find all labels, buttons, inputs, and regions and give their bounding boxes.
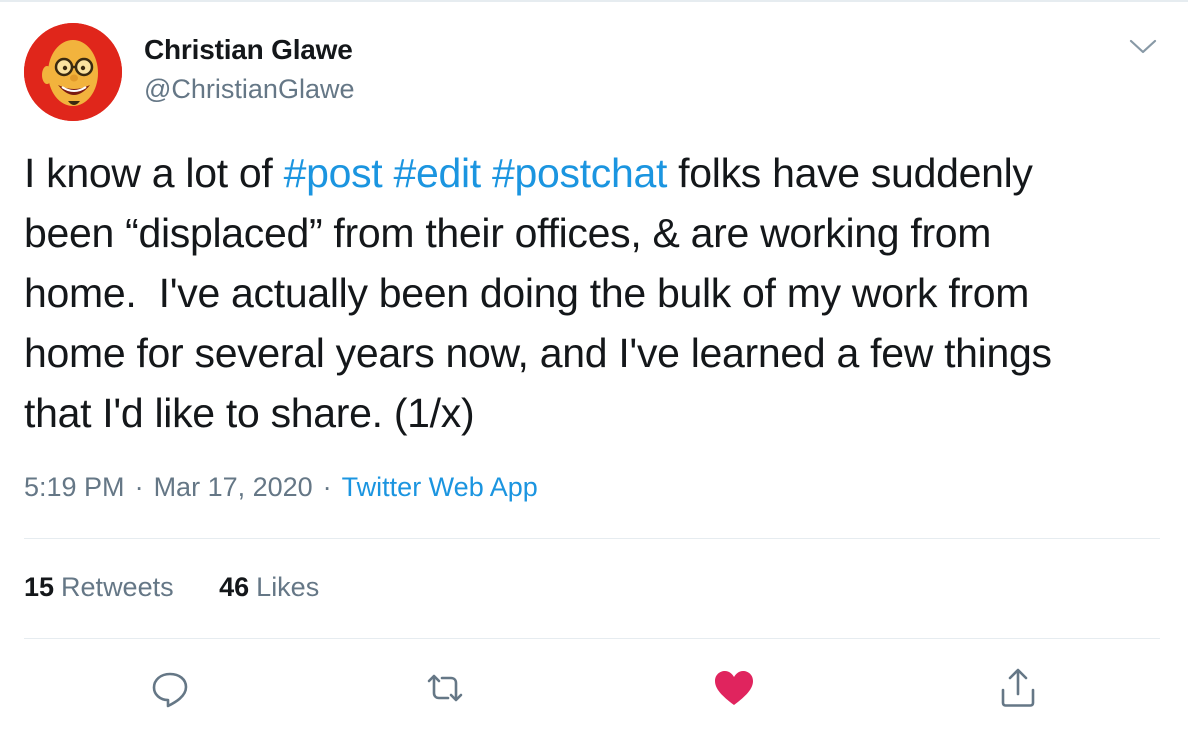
reply-button[interactable] xyxy=(148,666,192,710)
share-icon xyxy=(1001,668,1035,707)
retweets-stat[interactable]: 15 Retweets xyxy=(24,572,174,602)
author-name[interactable]: Christian Glawe xyxy=(144,34,353,66)
tweet-time[interactable]: 5:19 PM xyxy=(24,472,125,502)
likes-stat[interactable]: 46 Likes xyxy=(219,572,319,602)
meta-separator: · xyxy=(134,472,144,502)
tweet-line: been “displaced” from their offices, & a… xyxy=(24,210,992,256)
author-handle[interactable]: @ChristianGlawe xyxy=(144,74,354,105)
tweet-text-segment xyxy=(481,150,492,196)
likes-count: 46 xyxy=(219,572,250,602)
like-button[interactable] xyxy=(712,666,756,710)
tweet-line: home. I've actually been doing the bulk … xyxy=(24,270,1030,316)
heart-icon xyxy=(715,671,753,705)
tweet-card: Christian Glawe @ChristianGlawe I know a… xyxy=(0,0,1188,736)
tweet-source-link[interactable]: Twitter Web App xyxy=(342,472,538,502)
tweet-line: that I'd like to share. (1/x) xyxy=(24,390,475,436)
share-button[interactable] xyxy=(996,666,1040,710)
tweet-line: home for several years now, and I've lea… xyxy=(24,330,1052,376)
tweet-stats: 15 Retweets 46 Likes xyxy=(24,572,357,603)
likes-label: Likes xyxy=(256,572,320,602)
divider xyxy=(24,538,1160,539)
retweet-button[interactable] xyxy=(423,666,467,710)
meta-separator: · xyxy=(322,472,332,502)
tweet-meta: 5:19 PM · Mar 17, 2020 · Twitter Web App xyxy=(24,472,538,503)
retweet-icon xyxy=(427,674,463,702)
avatar[interactable] xyxy=(24,23,122,121)
tweet-text: I know a lot of #post #edit #postchat fo… xyxy=(24,143,1164,443)
top-divider xyxy=(0,0,1188,2)
reply-icon xyxy=(152,672,188,708)
tweet-date[interactable]: Mar 17, 2020 xyxy=(154,472,313,502)
tweet-text-segment xyxy=(382,150,393,196)
hashtag-link-post[interactable]: #post xyxy=(284,150,383,196)
retweets-label: Retweets xyxy=(61,572,174,602)
tweet-text-segment: I know a lot of xyxy=(24,150,284,196)
cartoon-portrait-avatar-icon xyxy=(24,23,122,121)
retweets-count: 15 xyxy=(24,572,55,602)
divider xyxy=(24,638,1160,639)
hashtag-link-postchat[interactable]: #postchat xyxy=(492,150,667,196)
hashtag-link-edit[interactable]: #edit xyxy=(393,150,481,196)
chevron-down-icon[interactable] xyxy=(1126,32,1160,62)
tweet-text-segment: folks have suddenly xyxy=(667,150,1033,196)
tweet-line: I know a lot of #post #edit #postchat fo… xyxy=(24,143,1164,203)
